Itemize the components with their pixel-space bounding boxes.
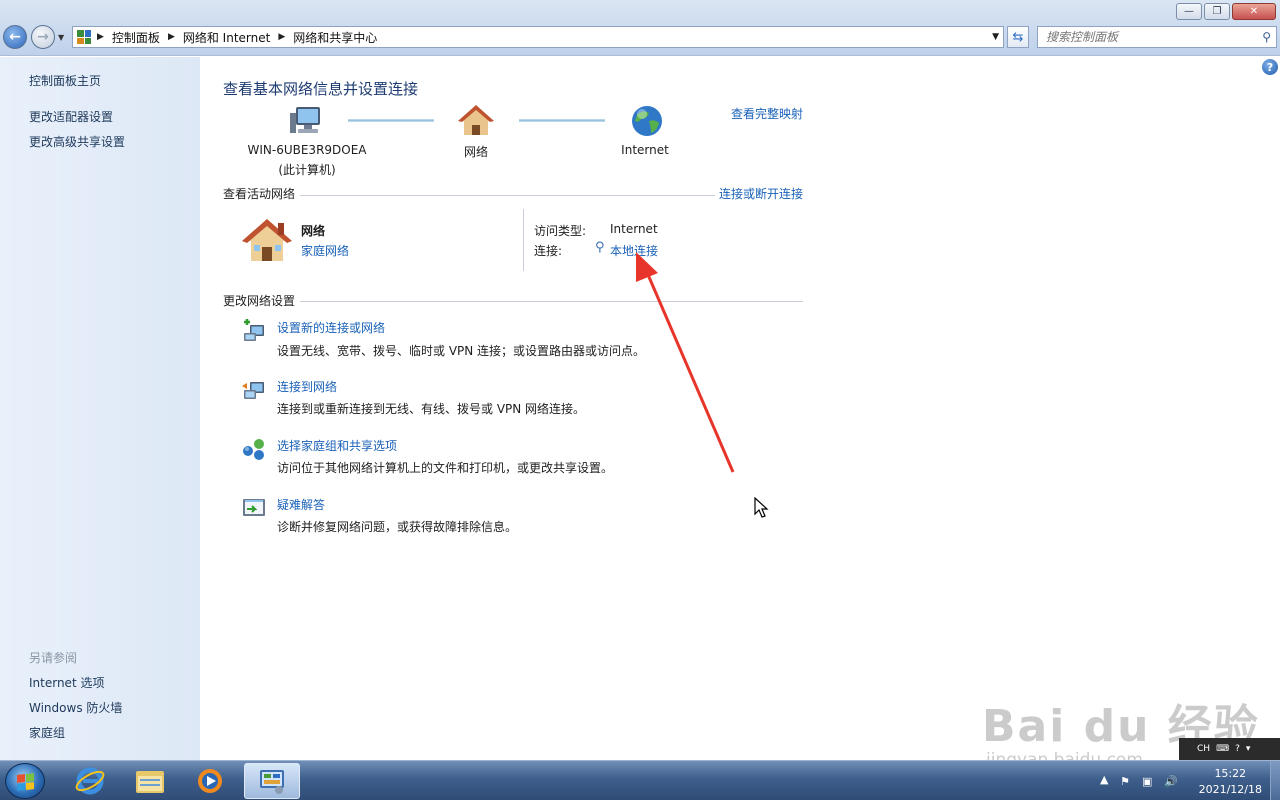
window-controls: — ❐ ✕: [1176, 3, 1276, 20]
window-titlebar: — ❐ ✕ ← → ▼ ▶ 控制面板 ▶ 网络和 Internet ▶ 网络和共…: [0, 0, 1280, 56]
breadcrumb-network-internet[interactable]: 网络和 Internet: [183, 29, 270, 46]
arrow-left-icon: ←: [9, 29, 21, 45]
keyboard-icon[interactable]: ⌨: [1216, 744, 1229, 754]
internet-globe-icon[interactable]: [629, 103, 665, 139]
back-button[interactable]: ←: [3, 25, 27, 49]
troubleshoot-icon[interactable]: [242, 496, 266, 520]
clock[interactable]: 15:22 2021/12/18: [1199, 766, 1262, 798]
taskbar-internet-explorer[interactable]: [62, 763, 118, 799]
sidebar-item-change-adapter[interactable]: 更改适配器设置: [29, 108, 113, 125]
chevron-right-icon[interactable]: ▶: [278, 32, 285, 42]
sidebar-item-advanced-sharing[interactable]: 更改高级共享设置: [29, 133, 125, 150]
task-homegroup-sharing[interactable]: 选择家庭组和共享选项: [277, 437, 397, 454]
network-house-icon[interactable]: [458, 103, 494, 139]
view-full-map-link[interactable]: 查看完整映射: [731, 105, 803, 122]
forward-button[interactable]: →: [31, 25, 55, 49]
help-icon[interactable]: ?: [1235, 744, 1240, 754]
arrow-right-icon: →: [37, 29, 49, 45]
refresh-icon: ⇆: [1012, 29, 1024, 45]
address-dropdown-icon[interactable]: ▼: [992, 32, 999, 42]
chevron-right-icon[interactable]: ▶: [168, 32, 175, 42]
minimize-button[interactable]: —: [1176, 3, 1202, 20]
taskbar: ▲ ⚑ ▣ 🔊 15:22 2021/12/18: [0, 760, 1280, 800]
language-indicator[interactable]: CH: [1197, 744, 1210, 754]
clock-time: 15:22: [1214, 767, 1247, 780]
taskbar-control-panel[interactable]: [244, 763, 300, 799]
control-panel-window-icon: [260, 770, 284, 794]
map-connector-line: [519, 119, 605, 122]
media-player-icon: [198, 769, 222, 793]
map-connector-line: [348, 119, 434, 122]
see-also-header: 另请参阅: [29, 651, 78, 665]
home-network-icon[interactable]: [242, 217, 292, 263]
search-input[interactable]: [1038, 30, 1248, 44]
breadcrumb-network-sharing-center[interactable]: 网络和共享中心: [293, 29, 377, 46]
refresh-button[interactable]: ⇆: [1007, 26, 1029, 48]
search-box[interactable]: ⚲: [1037, 26, 1277, 48]
internet-label: Internet: [621, 143, 669, 157]
active-network-name: 网络: [301, 224, 326, 238]
page-title: 查看基本网络信息并设置连接: [223, 80, 419, 98]
network-label: 网络: [463, 145, 488, 159]
task-homegroup-sharing-desc: 访问位于其他网络计算机上的文件和打印机，或更改共享设置。: [277, 461, 614, 475]
see-also-homegroup[interactable]: 家庭组: [29, 724, 65, 741]
control-panel-icon: [77, 30, 91, 44]
connection-label: 连接:: [534, 244, 563, 258]
mouse-cursor-icon: [754, 497, 769, 518]
taskbar-media-player[interactable]: [182, 763, 238, 799]
show-desktop-button[interactable]: [1270, 761, 1280, 800]
computer-sub-label: (此计算机): [278, 163, 336, 177]
folder-icon: [136, 771, 164, 793]
annotation-arrow: [636, 252, 735, 473]
home-network-link[interactable]: 家庭网络: [301, 242, 349, 259]
left-pane: 控制面板主页 更改适配器设置 更改高级共享设置 另请参阅 Internet 选项…: [0, 57, 200, 760]
computer-name-label: WIN-6UBE3R9DOEA: [247, 143, 367, 157]
task-troubleshoot-desc: 诊断并修复网络问题，或获得故障排除信息。: [277, 520, 518, 534]
clock-date: 2021/12/18: [1198, 783, 1262, 796]
windows-logo-icon: [17, 773, 34, 791]
show-hidden-icons-button[interactable]: ▲: [1100, 773, 1108, 786]
task-connect-to-network[interactable]: 连接到网络: [277, 378, 337, 395]
see-also-internet-options[interactable]: Internet 选项: [29, 674, 104, 691]
see-also-windows-firewall[interactable]: Windows 防火墙: [29, 699, 122, 716]
active-networks-header: 查看活动网络: [223, 187, 296, 201]
close-button[interactable]: ✕: [1232, 3, 1276, 20]
access-type-label: 访问类型:: [534, 224, 587, 238]
language-bar[interactable]: CH ⌨ ? ▾: [1179, 738, 1280, 760]
task-troubleshoot[interactable]: 疑难解答: [277, 496, 325, 513]
search-icon[interactable]: ⚲: [1262, 30, 1271, 44]
internet-explorer-icon: [75, 767, 105, 795]
new-connection-icon[interactable]: [242, 319, 266, 343]
task-setup-new-connection-desc: 设置无线、宽带、拨号、临时或 VPN 连接；或设置路由器或访问点。: [277, 344, 646, 358]
breadcrumb-control-panel[interactable]: 控制面板: [112, 29, 160, 46]
start-button[interactable]: [5, 763, 45, 799]
taskbar-explorer[interactable]: [122, 763, 178, 799]
help-icon[interactable]: ?: [1262, 59, 1278, 75]
action-center-icon[interactable]: ⚑: [1120, 775, 1130, 788]
connect-disconnect-link[interactable]: 连接或断开连接: [719, 185, 803, 202]
homegroup-sharing-icon[interactable]: [242, 437, 266, 461]
change-settings-header: 更改网络设置: [223, 294, 296, 308]
chevron-right-icon[interactable]: ▶: [97, 32, 104, 42]
sidebar-item-control-panel-home[interactable]: 控制面板主页: [29, 72, 101, 89]
language-bar-menu-icon[interactable]: ▾: [1246, 744, 1251, 754]
task-setup-new-connection[interactable]: 设置新的连接或网络: [277, 319, 385, 336]
task-connect-to-network-desc: 连接到或重新连接到无线、有线、拨号或 VPN 网络连接。: [277, 402, 586, 416]
divider: [300, 195, 715, 196]
recent-pages-dropdown[interactable]: ▼: [58, 33, 64, 42]
address-bar[interactable]: ▶ 控制面板 ▶ 网络和 Internet ▶ 网络和共享中心 ▼: [72, 26, 1004, 48]
network-tray-icon[interactable]: ▣: [1142, 775, 1152, 788]
connect-network-icon[interactable]: [242, 378, 266, 402]
maximize-button[interactable]: ❐: [1204, 3, 1230, 20]
system-tray: ▲ ⚑ ▣ 🔊 15:22 2021/12/18: [1090, 761, 1280, 800]
computer-icon[interactable]: [288, 103, 324, 139]
volume-icon[interactable]: 🔊: [1164, 775, 1178, 788]
divider: [523, 209, 524, 271]
